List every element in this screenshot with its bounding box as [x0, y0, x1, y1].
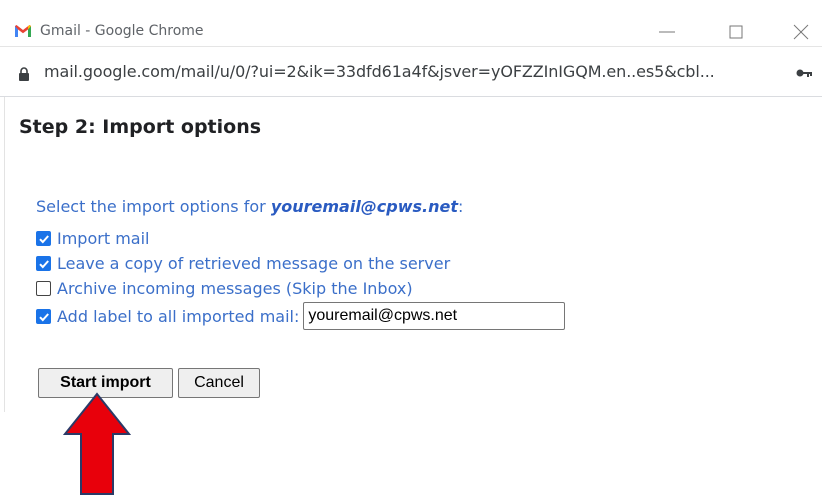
label-name-input[interactable] [303, 302, 566, 330]
option-add-label[interactable]: Add label to all imported mail: [36, 302, 566, 330]
leave-copy-checkbox[interactable] [36, 256, 51, 271]
instructions-suffix: : [458, 197, 464, 216]
add-label-label: Add label to all imported mail: [57, 306, 300, 326]
page-divider [0, 96, 822, 97]
gmail-logo-icon [15, 25, 31, 37]
lock-icon[interactable] [18, 67, 30, 81]
leave-copy-label: Leave a copy of retrieved message on the… [57, 254, 451, 273]
account-email: youremail@cpws.net [270, 197, 459, 216]
option-leave-copy[interactable]: Leave a copy of retrieved message on the… [36, 254, 450, 273]
option-archive-incoming[interactable]: Archive incoming messages (Skip the Inbo… [36, 279, 413, 298]
archive-incoming-checkbox[interactable] [36, 281, 51, 296]
import-instructions: Select the import options for youremail@… [36, 197, 463, 216]
maximize-icon[interactable] [724, 22, 748, 42]
archive-incoming-label: Archive incoming messages (Skip the Inbo… [57, 279, 413, 298]
window-titlebar: Gmail - Google Chrome [0, 0, 822, 47]
window-title: Gmail - Google Chrome [40, 23, 204, 39]
import-mail-checkbox[interactable] [36, 231, 51, 246]
page-left-edge [4, 97, 5, 412]
minimize-icon[interactable] [655, 22, 679, 42]
key-icon[interactable] [796, 68, 812, 78]
url-text[interactable]: mail.google.com/mail/u/0/?ui=2&ik=33dfd6… [44, 62, 715, 81]
cancel-button[interactable]: Cancel [178, 368, 260, 398]
page-title: Step 2: Import options [19, 116, 262, 138]
instructions-prefix: Select the import options for [36, 197, 271, 216]
red-arrow-icon [62, 392, 132, 495]
import-mail-label: Import mail [57, 229, 150, 248]
close-icon[interactable] [789, 22, 813, 42]
option-import-mail[interactable]: Import mail [36, 229, 149, 248]
add-label-checkbox[interactable] [36, 308, 51, 324]
